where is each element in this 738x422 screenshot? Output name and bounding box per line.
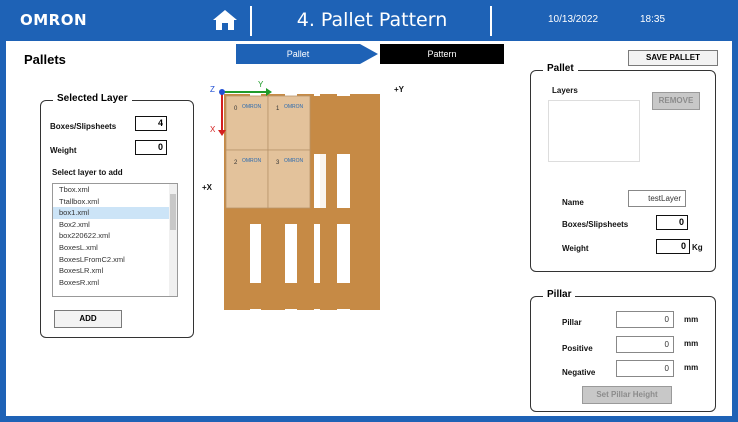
weight-label: Weight	[50, 146, 77, 155]
layer-list-item[interactable]: box1.xml	[53, 207, 177, 219]
box-brand: OMRON	[284, 158, 304, 164]
pallet-preview: 0 OMRON 1 OMRON 2 OMRON 3 OMRON Z Y X +X…	[202, 80, 405, 310]
pallet-boxes-field[interactable]: 0	[656, 215, 688, 230]
layer-list-item[interactable]: Tbox.xml	[53, 184, 177, 196]
select-layer-label: Select layer to add	[52, 168, 123, 177]
pillar-label: Pillar	[562, 318, 582, 327]
negative-label: Negative	[562, 368, 596, 377]
layer-list[interactable]: Tbox.xml Ttallbox.xml box1.xml Box2.xml box2…	[52, 183, 178, 297]
set-pillar-height-button[interactable]: Set Pillar Height	[582, 386, 672, 404]
plus-x-label: +X	[202, 183, 213, 192]
list-scrollbar[interactable]	[169, 184, 177, 296]
layer-list-item[interactable]: BoxesR.xml	[53, 277, 177, 289]
z-axis-label: Z	[210, 85, 215, 94]
pillar-unit: mm	[684, 315, 699, 324]
negative-field[interactable]: 0	[616, 360, 674, 377]
selected-layer-title: Selected Layer	[53, 93, 132, 104]
layers-label: Layers	[552, 86, 578, 95]
positive-label: Positive	[562, 344, 593, 353]
y-axis-label: Y	[258, 80, 264, 89]
layer-list-item[interactable]: BoxesLR.xml	[53, 265, 177, 277]
plus-y-label: +Y	[394, 85, 405, 94]
remove-button[interactable]: REMOVE	[652, 92, 700, 110]
step-pallet[interactable]: Pallet	[236, 44, 360, 64]
add-button[interactable]: ADD	[54, 310, 122, 328]
box-brand: OMRON	[284, 104, 304, 110]
layer-list-item[interactable]: Ttallbox.xml	[53, 196, 177, 208]
negative-unit: mm	[684, 363, 699, 372]
layer-boxes: 0 OMRON 1 OMRON 2 OMRON 3 OMRON	[225, 95, 311, 209]
z-axis-origin-icon	[219, 89, 225, 95]
layer-weight-field[interactable]: 0	[135, 140, 167, 155]
step-arrow-icon	[360, 44, 378, 64]
layer-list-item[interactable]: box220622.xml	[53, 230, 177, 242]
pallet-weight-field[interactable]: 0	[656, 239, 690, 254]
pallet-group-title: Pallet	[543, 63, 578, 74]
layers-list[interactable]	[548, 100, 640, 162]
layer-boxes-field[interactable]: 4	[135, 116, 167, 131]
pillar-group-title: Pillar	[543, 289, 576, 300]
boxes-slipsheets-label: Boxes/Slipsheets	[50, 122, 117, 131]
page-title: Pallets	[24, 52, 66, 67]
pallet-name-field[interactable]: testLayer	[628, 190, 686, 207]
positive-unit: mm	[684, 339, 699, 348]
box-brand: OMRON	[242, 158, 262, 164]
positive-field[interactable]: 0	[616, 336, 674, 353]
pillar-field[interactable]: 0	[616, 311, 674, 328]
list-scroll-thumb[interactable]	[170, 194, 176, 230]
pallet-weight-label: Weight	[562, 244, 589, 253]
pallet-boxes-label: Boxes/Slipsheets	[562, 220, 629, 229]
layer-list-item[interactable]: BoxesL.xml	[53, 242, 177, 254]
x-axis-label: X	[210, 125, 216, 134]
layer-list-item[interactable]: Box2.xml	[53, 219, 177, 231]
name-label: Name	[562, 198, 584, 207]
step-pattern[interactable]: Pattern	[380, 44, 504, 64]
weight-unit: Kg	[692, 243, 703, 252]
box-brand: OMRON	[242, 104, 262, 110]
layer-list-item[interactable]: BoxesLFromC2.xml	[53, 254, 177, 266]
save-pallet-button[interactable]: SAVE PALLET	[628, 50, 718, 66]
